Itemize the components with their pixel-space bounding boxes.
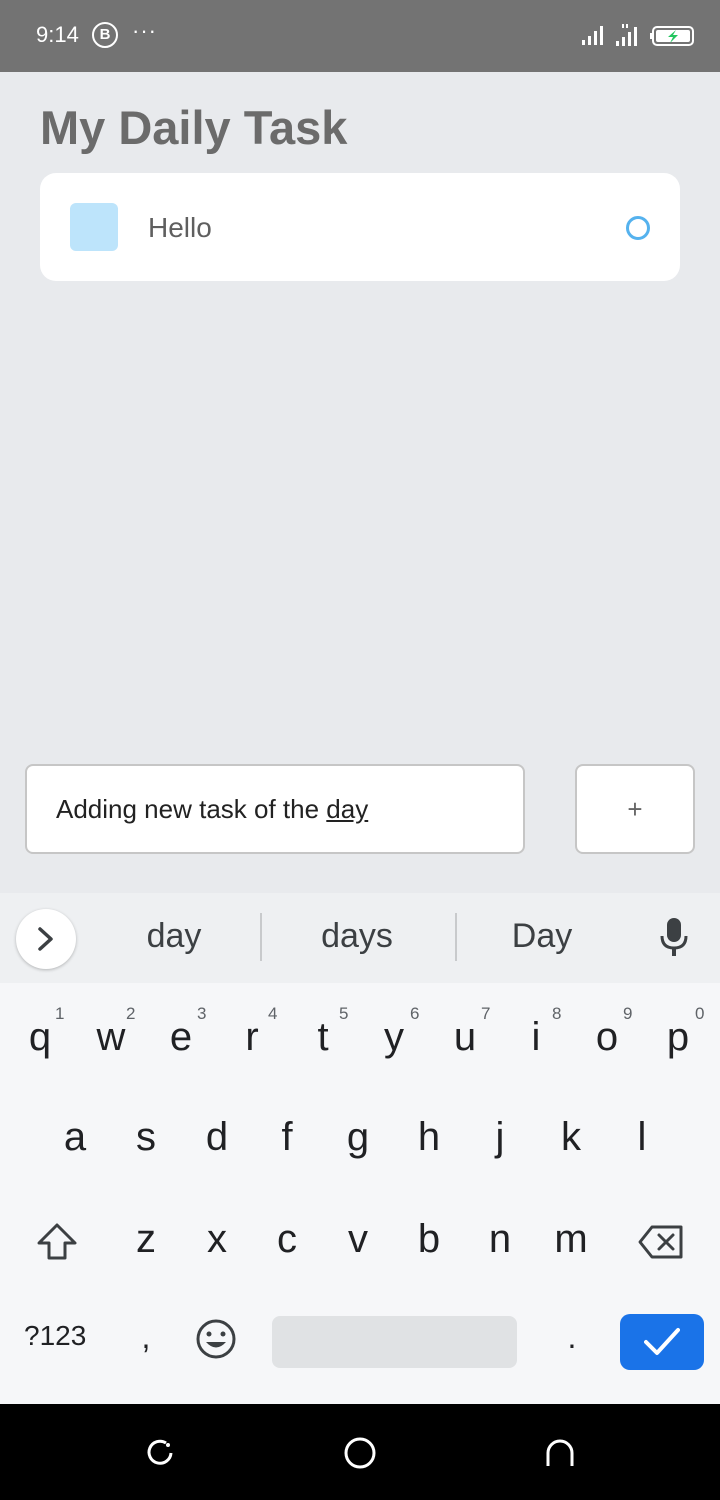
- key-j[interactable]: j: [470, 1115, 530, 1160]
- suggestion-strip: day days Day: [0, 893, 720, 983]
- battery-icon: [650, 26, 694, 46]
- key-hint: 5: [339, 1004, 349, 1023]
- suggestion-2[interactable]: days: [297, 917, 417, 956]
- symbols-key[interactable]: ?123: [24, 1320, 86, 1352]
- page-title: My Daily Task: [40, 101, 348, 154]
- emoji-icon[interactable]: [194, 1317, 238, 1361]
- signal-2-icon: [616, 24, 637, 46]
- key-hint: 9: [623, 1004, 633, 1023]
- space-key[interactable]: [272, 1316, 517, 1368]
- expand-toolbar-button[interactable]: [16, 909, 76, 969]
- key-g[interactable]: g: [328, 1115, 388, 1160]
- navigation-bar: [0, 1404, 720, 1500]
- check-icon: [644, 1328, 680, 1355]
- key-n[interactable]: n: [470, 1217, 530, 1262]
- suggestion-3[interactable]: Day: [482, 917, 602, 956]
- shift-icon[interactable]: [36, 1222, 78, 1262]
- chevron-right-icon: [38, 927, 53, 951]
- task-status-circle-icon[interactable]: [626, 216, 650, 240]
- key-x[interactable]: x: [187, 1217, 247, 1262]
- microphone-icon[interactable]: [658, 916, 690, 960]
- key-z[interactable]: z: [116, 1217, 176, 1262]
- task-item[interactable]: Hello: [40, 173, 680, 281]
- key-m[interactable]: m: [541, 1217, 601, 1262]
- home-icon[interactable]: [343, 1436, 377, 1470]
- suggestion-divider: [455, 913, 457, 961]
- key-hint: 0: [695, 1004, 705, 1023]
- key-hint: 1: [55, 1004, 65, 1023]
- task-color-square: [70, 203, 118, 251]
- key-l[interactable]: l: [612, 1115, 672, 1160]
- key-c[interactable]: c: [257, 1217, 317, 1262]
- key-hint: 2: [126, 1004, 136, 1023]
- keyboard: q 1 w 2 e 3 r 4 t 5 y 6 u 7 i 8 o 9 p 0 …: [0, 983, 720, 1404]
- key-a[interactable]: a: [45, 1115, 105, 1160]
- key-hint: 8: [552, 1004, 562, 1023]
- key-f[interactable]: f: [257, 1115, 317, 1160]
- key-hint: 7: [481, 1004, 491, 1023]
- composing-word: day: [326, 794, 369, 824]
- key-s[interactable]: s: [116, 1115, 176, 1160]
- key-hint: 4: [268, 1004, 278, 1023]
- status-time: 9:14: [36, 22, 79, 47]
- key-period[interactable]: .: [542, 1319, 602, 1356]
- key-v[interactable]: v: [328, 1217, 388, 1262]
- status-bar: 9:14 B ···: [0, 0, 720, 72]
- key-hint: 6: [410, 1004, 420, 1023]
- add-task-button[interactable]: +: [575, 764, 695, 854]
- key-k[interactable]: k: [541, 1115, 601, 1160]
- key-b[interactable]: b: [399, 1217, 459, 1262]
- new-task-input-value: Adding new task of the day: [56, 794, 369, 824]
- back-icon[interactable]: [543, 1436, 577, 1470]
- signal-icon: [582, 26, 603, 45]
- task-text: Hello: [148, 212, 212, 243]
- backspace-icon[interactable]: [638, 1224, 684, 1260]
- key-comma[interactable]: ,: [116, 1319, 176, 1356]
- key-hint: 3: [197, 1004, 207, 1023]
- suggestion-1[interactable]: day: [114, 917, 234, 956]
- more-notifications-icon: ···: [132, 18, 157, 43]
- recents-icon[interactable]: [144, 1436, 176, 1468]
- enter-key[interactable]: [620, 1314, 704, 1370]
- key-h[interactable]: h: [399, 1115, 459, 1160]
- key-d[interactable]: d: [187, 1115, 247, 1160]
- new-task-input[interactable]: Adding new task of the day: [25, 764, 525, 854]
- b-notification-icon: B: [92, 22, 118, 48]
- suggestion-divider: [260, 913, 262, 961]
